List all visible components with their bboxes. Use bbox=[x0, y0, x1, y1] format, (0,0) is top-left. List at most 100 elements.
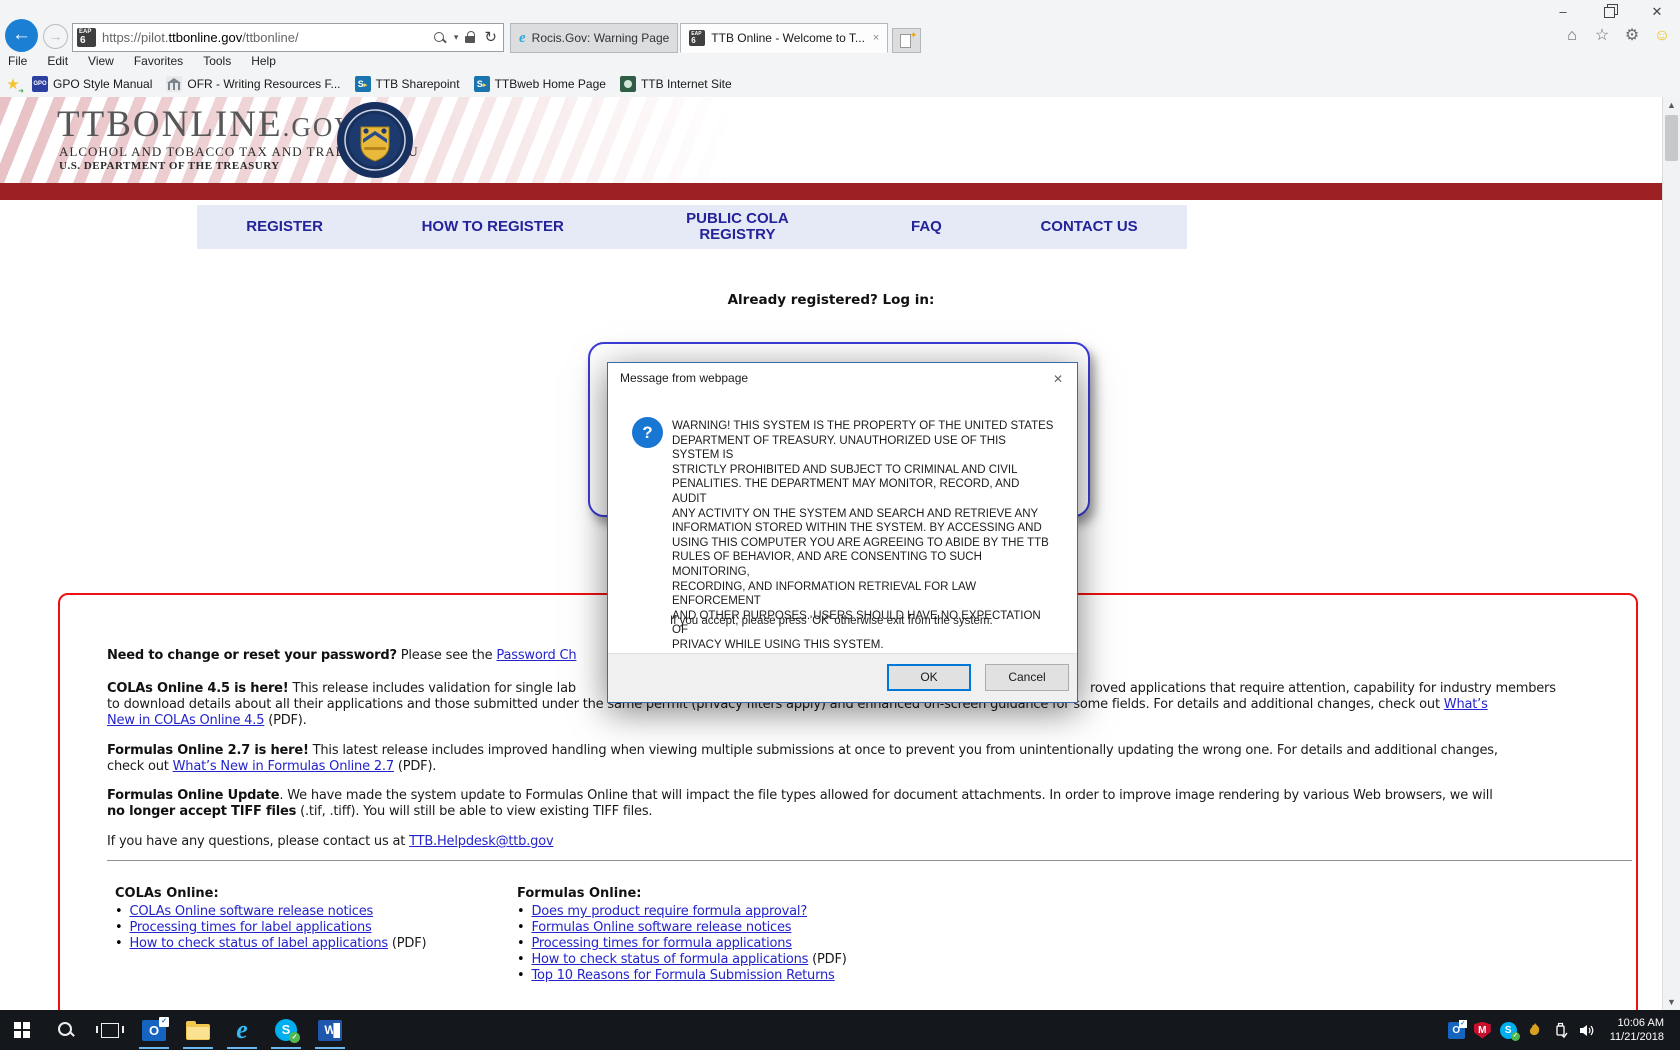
favorite-item-3[interactable]: S▸ TTBweb Home Page bbox=[470, 74, 610, 94]
sp-favicon-icon: S▸ bbox=[473, 76, 490, 92]
content-text: (PDF). bbox=[393, 759, 437, 774]
content-text: If you have any questions, please contac… bbox=[107, 834, 410, 849]
volume-tray-icon[interactable] bbox=[1578, 1022, 1595, 1039]
menu-item-help[interactable]: Help bbox=[251, 54, 276, 68]
taskbar-clock[interactable]: 10:06 AM 11/21/2018 bbox=[1604, 1016, 1670, 1044]
question-icon: ? bbox=[632, 417, 663, 448]
chevron-down-icon[interactable]: ▾ bbox=[454, 32, 459, 43]
content-text: (PDF). bbox=[264, 713, 307, 728]
content-text: This latest release includes improved ha… bbox=[308, 743, 1498, 758]
outlook-taskbar-icon[interactable]: O bbox=[132, 1010, 176, 1050]
nav-item-how-to-register[interactable]: HOW TO REGISTER bbox=[422, 219, 564, 235]
dialog-close-icon[interactable]: ✕ bbox=[1047, 368, 1069, 390]
content-line-4: New in COLAs Online 4.5 (PDF). bbox=[107, 713, 307, 728]
favorite-item-1[interactable]: OFR - Writing Resources F... bbox=[162, 74, 344, 94]
feedback-smiley-icon[interactable]: ☺ bbox=[1652, 26, 1672, 46]
nav-item-contact-us[interactable]: CONTACT US bbox=[1040, 219, 1137, 235]
usb-tray-icon[interactable] bbox=[1552, 1022, 1569, 1039]
add-favorite-icon[interactable]: ★ bbox=[4, 75, 24, 95]
search-icon[interactable] bbox=[433, 31, 447, 45]
minimize-button-icon[interactable]: – bbox=[1548, 2, 1578, 22]
forward-button-icon[interactable]: → bbox=[43, 24, 68, 49]
content-line-2: roved applications that require attentio… bbox=[1090, 681, 1556, 696]
back-button-icon[interactable]: ← bbox=[5, 19, 38, 52]
system-tray: O M S 10:06 AM 11/21/2018 bbox=[1447, 1016, 1680, 1044]
menu-item-favorites[interactable]: Favorites bbox=[134, 54, 183, 68]
content-link[interactable]: What’s bbox=[1444, 697, 1488, 712]
internet-explorer-taskbar-icon[interactable]: e bbox=[220, 1010, 264, 1050]
menu-item-view[interactable]: View bbox=[88, 54, 114, 68]
flame-tray-icon[interactable] bbox=[1526, 1022, 1543, 1039]
browser-chrome: – ✕ ← → EAP 6 https://pilot.ttbonline.gov… bbox=[0, 0, 1680, 98]
content-text: COLAs Online 4.5 is here! bbox=[107, 681, 289, 696]
task-view-icon[interactable] bbox=[88, 1010, 132, 1050]
menu-item-file[interactable]: File bbox=[8, 54, 27, 68]
outlook-tray-icon[interactable]: O bbox=[1447, 1019, 1467, 1039]
url-text[interactable]: https://pilot.ttbonline.gov/ttbonline/ bbox=[102, 30, 433, 45]
content-text: roved applications that require attentio… bbox=[1090, 681, 1556, 696]
skype-tray-icon[interactable]: S bbox=[1499, 1021, 1520, 1041]
content-link[interactable]: TTB.Helpdesk@ttb.gov bbox=[409, 834, 554, 849]
favorites-star-icon[interactable]: ☆ bbox=[1592, 26, 1612, 46]
close-window-icon[interactable]: ✕ bbox=[1642, 2, 1672, 22]
vertical-scrollbar[interactable]: ▲ ▼ bbox=[1662, 97, 1680, 1010]
content-text: This release includes validation for sin… bbox=[288, 681, 576, 696]
favorite-item-2[interactable]: S▸ TTB Sharepoint bbox=[351, 74, 464, 94]
sp-favicon-icon: S▸ bbox=[354, 76, 371, 92]
ok-button[interactable]: OK bbox=[887, 664, 971, 691]
home-icon[interactable]: ⌂ bbox=[1562, 26, 1582, 46]
content-text: no longer accept TIFF files bbox=[107, 804, 297, 819]
nav-item-faq[interactable]: FAQ bbox=[911, 219, 942, 235]
content-line-0: Need to change or reset your password? P… bbox=[107, 648, 577, 663]
taskbar-search-icon[interactable] bbox=[44, 1010, 88, 1050]
clock-date: 11/21/2018 bbox=[1609, 1031, 1664, 1043]
browser-tab-1[interactable]: EAP 6 TTB Online - Welcome to T... × bbox=[680, 23, 889, 53]
content-text: Formulas Online Update bbox=[107, 788, 280, 803]
favorite-label: GPO Style Manual bbox=[53, 77, 153, 91]
address-bar[interactable]: EAP 6 https://pilot.ttbonline.gov/ttbonli… bbox=[72, 23, 504, 52]
content-line-9: If you have any questions, please contac… bbox=[107, 834, 554, 849]
cancel-button[interactable]: Cancel bbox=[985, 664, 1069, 691]
site-logo: TTBONLINE.GOV bbox=[57, 104, 356, 145]
nav-item-public-cola-registry[interactable]: PUBLIC COLA REGISTRY bbox=[662, 211, 812, 243]
tab-close-icon[interactable]: × bbox=[873, 32, 879, 44]
start-button-icon[interactable] bbox=[0, 1010, 44, 1050]
mcafee-tray-icon[interactable]: M bbox=[1473, 1021, 1491, 1039]
content-link[interactable]: What’s New in Formulas Online 2.7 bbox=[173, 759, 394, 774]
eap6-compat-icon: EAP 6 bbox=[77, 28, 96, 47]
tab-label: Rocis.Gov: Warning Page bbox=[531, 31, 670, 45]
content-link[interactable]: New in COLAs Online 4.5 bbox=[107, 713, 264, 728]
favorite-item-4[interactable]: TTB Internet Site bbox=[616, 74, 736, 94]
content-text: Formulas Online 2.7 is here! bbox=[107, 743, 309, 758]
restore-button-icon[interactable] bbox=[1594, 2, 1624, 22]
word-taskbar-icon[interactable]: W bbox=[308, 1010, 352, 1050]
lock-icon bbox=[465, 31, 477, 44]
scrollbar-thumb[interactable] bbox=[1665, 115, 1678, 161]
primary-nav: REGISTER HOW TO REGISTER PUBLIC COLA REGIS… bbox=[197, 205, 1187, 249]
tab-bar: e Rocis.Gov: Warning Page EAP 6 TTB Online -… bbox=[510, 22, 922, 53]
site-department: U.S. DEPARTMENT OF THE TREASURY bbox=[59, 160, 280, 172]
file-explorer-taskbar-icon[interactable] bbox=[176, 1010, 220, 1050]
content-text: . We have made the system update to Form… bbox=[279, 788, 1493, 803]
menu-item-tools[interactable]: Tools bbox=[203, 54, 231, 68]
content-line-6: check out What’s New in Formulas Online … bbox=[107, 759, 436, 774]
new-tab-star-icon: ✦ bbox=[909, 30, 918, 40]
nav-item-register[interactable]: REGISTER bbox=[246, 219, 323, 235]
content-text: Please see the bbox=[396, 648, 497, 663]
windows-taskbar: O e S W O M S 10:06 AM 11/21/2018 bbox=[0, 1010, 1680, 1050]
favorite-item-0[interactable]: GPO GPO Style Manual bbox=[28, 74, 156, 94]
page-viewport: TTBONLINE.GOV ALCOHOL AND TOBACCO TAX AN… bbox=[0, 97, 1680, 1010]
content-text: Need to change or reset your password? bbox=[107, 648, 397, 663]
browser-tab-0[interactable]: e Rocis.Gov: Warning Page bbox=[510, 23, 679, 53]
skype-taskbar-icon[interactable]: S bbox=[264, 1010, 308, 1050]
new-tab-button[interactable]: ✦ bbox=[892, 28, 922, 53]
menu-item-edit[interactable]: Edit bbox=[47, 54, 68, 68]
message-dialog: Message from webpage ✕ ? WARNING! THIS S… bbox=[607, 362, 1078, 703]
content-link[interactable]: Password Ch bbox=[496, 648, 576, 663]
settings-gear-icon[interactable]: ⚙ bbox=[1622, 26, 1642, 46]
content-line-1: COLAs Online 4.5 is here! This release i… bbox=[107, 681, 576, 696]
refresh-icon[interactable]: ↻ bbox=[484, 30, 497, 45]
scroll-up-icon[interactable]: ▲ bbox=[1663, 97, 1680, 113]
bank-favicon-icon bbox=[166, 76, 183, 92]
scroll-down-icon[interactable]: ▼ bbox=[1663, 994, 1680, 1010]
